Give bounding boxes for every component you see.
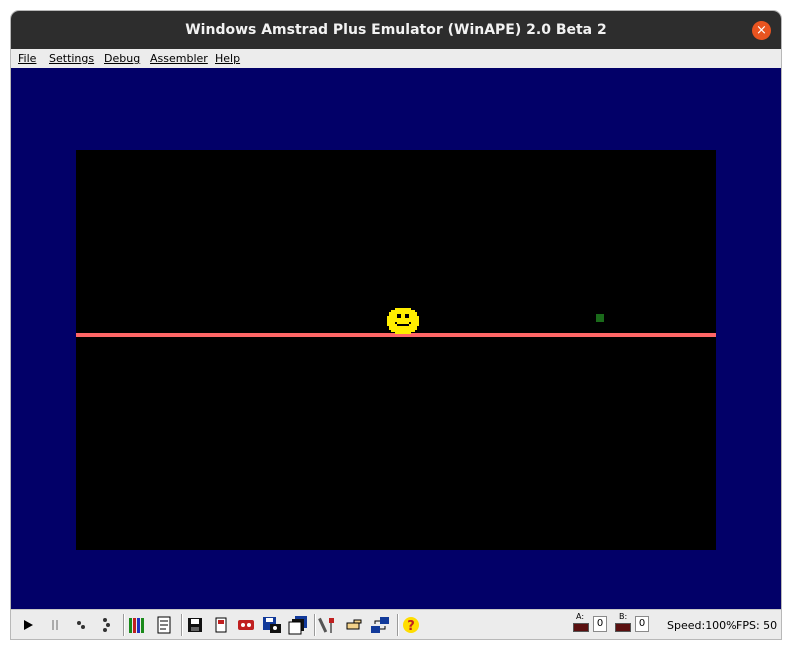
toolbar-separator — [123, 614, 124, 636]
close-button[interactable]: × — [752, 21, 771, 40]
help-icon[interactable]: ? — [401, 615, 421, 635]
tape-icon[interactable] — [236, 615, 256, 635]
multi-disk-icon[interactable] — [288, 615, 308, 635]
tools-icon[interactable] — [318, 615, 338, 635]
drive-b-led — [615, 623, 631, 632]
help-glyph: ? — [407, 619, 415, 634]
play-icon[interactable] — [18, 615, 38, 635]
window-title: Windows Amstrad Plus Emulator (WinAPE) 2… — [185, 22, 607, 38]
speed-status: Speed:100% — [667, 619, 737, 632]
roms-icon[interactable] — [127, 615, 147, 635]
tape-doc-icon[interactable] — [154, 615, 174, 635]
menu-help[interactable]: Help — [215, 52, 240, 65]
drive-a-track: 0 — [593, 616, 607, 632]
step-over-icon[interactable] — [96, 615, 116, 635]
menu-debug[interactable]: Debug — [104, 52, 140, 65]
title-bar[interactable]: Windows Amstrad Plus Emulator (WinAPE) 2… — [11, 11, 781, 49]
green-pickup — [596, 314, 604, 322]
menu-file[interactable]: File — [18, 52, 36, 65]
drive-a-label: A: — [576, 612, 585, 621]
smiley-sprite — [387, 308, 419, 334]
menu-assembler[interactable]: Assembler — [150, 52, 208, 65]
toolbar-separator — [181, 614, 182, 636]
step-icon[interactable] — [71, 615, 91, 635]
pause-icon[interactable] — [45, 615, 65, 635]
drive-b-track: 0 — [635, 616, 649, 632]
drive-b-label: B: — [619, 612, 628, 621]
snapshot-disk-icon[interactable] — [262, 615, 282, 635]
toolbar-separator — [397, 614, 398, 636]
toolbar: ? A: 0 B: 0 Speed:100% FPS: 50 — [11, 609, 781, 639]
drive-a-led — [573, 623, 589, 632]
menu-bar: File Settings Debug Assembler Help — [11, 49, 781, 69]
emulator-window: Windows Amstrad Plus Emulator (WinAPE) 2… — [11, 11, 781, 639]
save-disk-icon[interactable] — [185, 615, 205, 635]
toolbar-separator — [314, 614, 315, 636]
pointer-icon[interactable] — [344, 615, 364, 635]
menu-settings[interactable]: Settings — [49, 52, 94, 65]
emulator-border[interactable] — [11, 68, 781, 609]
sd-card-icon[interactable] — [211, 615, 231, 635]
emulator-screen[interactable] — [76, 150, 716, 550]
fps-status: FPS: 50 — [736, 619, 778, 632]
network-icon[interactable] — [370, 615, 390, 635]
